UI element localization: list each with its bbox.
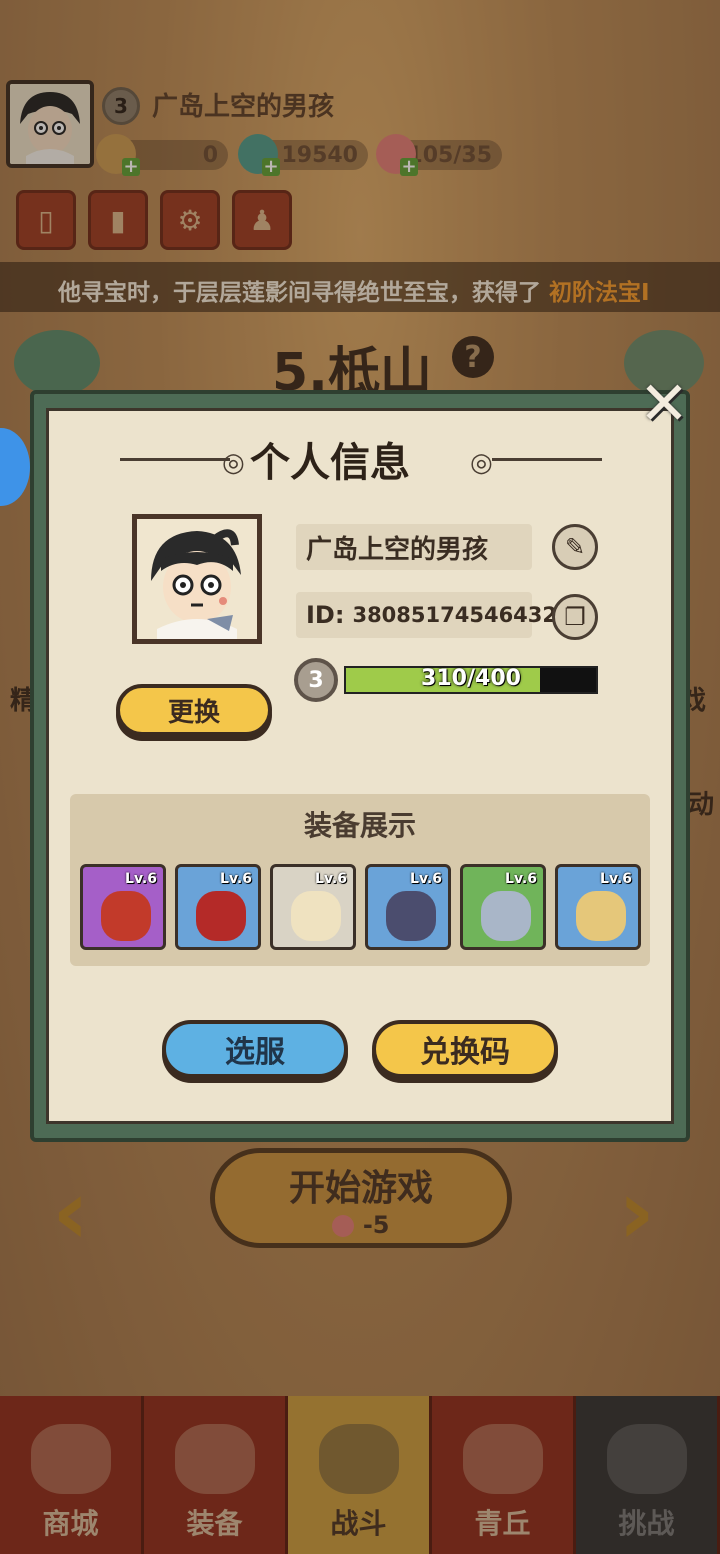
- player-id-value: 380851745464320: [352, 603, 572, 627]
- equipment-slot[interactable]: Lv.6: [175, 864, 261, 950]
- player-id-label: ID:: [306, 601, 345, 629]
- copy-id-icon[interactable]: ❐: [552, 594, 598, 640]
- equipment-slot[interactable]: Lv.6: [365, 864, 451, 950]
- equipment-level-label: Lv.6: [315, 871, 347, 887]
- equipment-level-label: Lv.6: [505, 871, 537, 887]
- player-name-field: 广岛上空的男孩: [296, 524, 532, 570]
- xp-progress-bar: 310/400: [344, 666, 598, 694]
- red-demon-helmet-icon: [196, 891, 246, 941]
- equipment-slot[interactable]: Lv.6: [80, 864, 166, 950]
- player-id-field: ID: 380851745464320: [296, 592, 572, 638]
- title-swirl-right-icon: ◎: [470, 448, 493, 478]
- equipment-slot[interactable]: Lv.6: [555, 864, 641, 950]
- golden-horn-necklace-icon: [576, 891, 626, 941]
- equipment-level-label: Lv.6: [125, 871, 157, 887]
- red-flower-staff-icon: [101, 891, 151, 941]
- select-server-button[interactable]: 选服: [162, 1020, 348, 1078]
- xp-progress-text: 310/400: [421, 666, 521, 691]
- equipment-level-label: Lv.6: [410, 871, 442, 887]
- equipment-slot[interactable]: Lv.6: [270, 864, 356, 950]
- redeem-code-button[interactable]: 兑换码: [372, 1020, 558, 1078]
- player-avatar-large[interactable]: [132, 514, 262, 644]
- close-icon[interactable]: ✕: [638, 374, 690, 434]
- equipment-level-label: Lv.6: [600, 871, 632, 887]
- title-divider-right: [492, 458, 602, 461]
- white-lotus-icon: [291, 891, 341, 941]
- player-level-circle: 3: [294, 658, 338, 702]
- silver-boots-icon: [481, 891, 531, 941]
- dark-belt-icon: [386, 891, 436, 941]
- change-avatar-button[interactable]: 更换: [116, 684, 272, 736]
- edit-name-pencil-icon[interactable]: ✎: [552, 524, 598, 570]
- equipment-slot[interactable]: Lv.6: [460, 864, 546, 950]
- equipment-title: 装备展示: [303, 809, 416, 842]
- equipment-level-label: Lv.6: [220, 871, 252, 887]
- profile-modal: [30, 390, 690, 1142]
- player-name-value: 广岛上空的男孩: [306, 534, 489, 565]
